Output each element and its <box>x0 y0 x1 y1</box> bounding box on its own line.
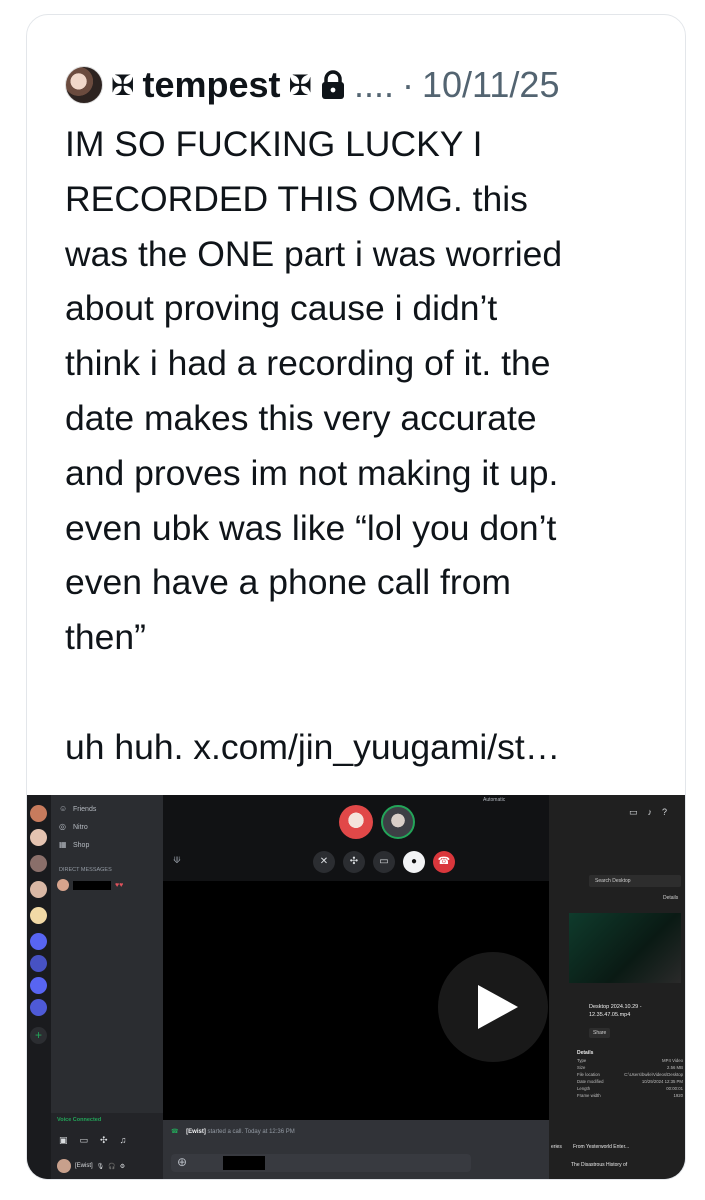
post-text: IM SO FUCKING LUCKY I RECORDED THIS OMG.… <box>65 124 563 767</box>
avatar[interactable] <box>65 66 103 104</box>
camera-icon[interactable]: ▣ <box>59 1135 68 1146</box>
cross-right: ✠ <box>288 69 312 101</box>
play-button[interactable] <box>438 952 548 1062</box>
property-row: Frame width 1920 <box>577 1093 683 1098</box>
video-media[interactable]: + ☺ Friends ◎ Nitro ▦ Shop DIRECT MESSAG… <box>27 795 685 1179</box>
attach-icon[interactable]: ⊕ <box>177 1155 187 1169</box>
username-truncated[interactable]: .... <box>354 64 394 106</box>
play-icon <box>478 985 518 1029</box>
server-icon[interactable] <box>30 805 47 822</box>
end-call-button[interactable]: ☎ <box>433 851 455 873</box>
activities-button[interactable]: ✣ <box>343 851 365 873</box>
yt-left-text: eries <box>551 1144 562 1150</box>
add-server-icon[interactable]: + <box>30 1027 47 1044</box>
post-header: ✠ tempest ✠ .... · 10/11/25 <box>65 59 559 111</box>
file-name: Desktop 2024.10.29 - 12.35.47.05.mp4 <box>589 1004 642 1018</box>
share-button[interactable]: Share <box>589 1028 611 1038</box>
call-avatar <box>339 805 373 839</box>
property-row: File location C:\Users\bwile\Videos\Deskt… <box>577 1072 683 1077</box>
chat-username[interactable]: [Ewist] <box>186 1129 206 1135</box>
chat-message-rest: started a call. Today at 12:36 PM <box>207 1129 295 1135</box>
friends-icon: ☺ <box>59 804 68 813</box>
server-icon[interactable] <box>30 907 47 924</box>
post-card[interactable]: ✠ tempest ✠ .... · 10/11/25 IM SO FUCKIN… <box>26 14 686 1180</box>
settings-icon[interactable]: ⚙ <box>120 1163 125 1170</box>
camera-off-button[interactable]: ✕ <box>313 851 335 873</box>
shop-icon: ▦ <box>59 840 67 849</box>
user-row[interactable]: [Ewist] 🎙 🎧 ⚙ <box>57 1159 125 1173</box>
redaction <box>73 880 111 890</box>
phone-icon: ☎ <box>171 1129 179 1135</box>
screen-share-button[interactable]: ▭ <box>373 851 395 873</box>
bell-icon[interactable]: ♪ <box>648 807 653 818</box>
hearts-icon: ♥♥ <box>115 881 124 889</box>
nav-label: Shop <box>73 841 90 849</box>
nav-label: Friends <box>73 805 97 813</box>
file-thumbnail <box>569 913 681 983</box>
nav-friends[interactable]: ☺ Friends <box>59 805 96 813</box>
call-area: ✕ ✣ ▭ ● ☎ ⟱ <box>163 795 549 1120</box>
explorer-search[interactable]: Search Desktop <box>589 875 681 887</box>
server-icon[interactable] <box>30 829 47 846</box>
cross-left: ✠ <box>111 69 135 101</box>
help-icon[interactable]: ? <box>662 807 667 818</box>
call-avatar <box>381 805 415 839</box>
file-properties: Details Type MP4 Video Size 2.56 MB File l… <box>577 1050 683 1099</box>
dm-header: DIRECT MESSAGES <box>59 867 112 873</box>
soundboard-icon[interactable]: ♫ <box>120 1135 127 1146</box>
nav-nitro[interactable]: ◎ Nitro <box>59 823 88 831</box>
dm-avatar <box>57 879 69 891</box>
voice-connected-label: Voice Connected <box>57 1117 102 1123</box>
popout-icon[interactable]: ⟱ <box>173 855 181 866</box>
property-row: Type MP4 Video <box>577 1058 683 1063</box>
property-row: Length 00:00:01 <box>577 1086 683 1091</box>
yt-channel: From Yesterworld Enter... <box>573 1144 630 1150</box>
server-icon[interactable] <box>30 999 47 1016</box>
message-input[interactable]: ⊕ <box>171 1154 471 1172</box>
chat-area: ☎ [Ewist] started a call. Today at 12:36… <box>163 1120 549 1179</box>
property-row: Date modified 10/29/2024 12:35 PM <box>577 1079 683 1084</box>
server-icon[interactable] <box>30 855 47 872</box>
file-explorer: ▭ ♪ ? Search Desktop Details Desktop 202… <box>549 795 685 1179</box>
voice-bar: Voice Connected ▣ ▭ ✣ ♫ [Ewist] 🎙 🎧 ⚙ <box>51 1113 163 1179</box>
user-avatar <box>57 1159 71 1173</box>
mode-label[interactable]: Automatic <box>483 797 505 803</box>
details-toggle[interactable]: Details <box>663 895 678 901</box>
mic-button[interactable]: ● <box>403 851 425 873</box>
activity-icon[interactable]: ✣ <box>100 1135 108 1146</box>
redaction <box>223 1156 265 1170</box>
screen-share-icon[interactable]: ▭ <box>80 1135 89 1146</box>
headphones-icon[interactable]: 🎧 <box>108 1163 115 1170</box>
server-rail: + <box>27 795 51 1179</box>
dm-item[interactable]: ♥♥ <box>57 879 123 891</box>
server-icon[interactable] <box>30 933 47 950</box>
user-name: [Ewist] <box>75 1163 93 1169</box>
meta-separator: · <box>402 64 414 105</box>
server-icon[interactable] <box>30 977 47 994</box>
voice-controls: ▣ ▭ ✣ ♫ <box>59 1135 126 1146</box>
display-name[interactable]: tempest <box>142 64 280 106</box>
yt-title: The Disastrous History of <box>571 1162 628 1168</box>
nav-label: Nitro <box>73 823 88 831</box>
nav-shop[interactable]: ▦ Shop <box>59 841 89 849</box>
mic-icon[interactable]: 🎙 <box>97 1163 105 1170</box>
server-icon[interactable] <box>30 955 47 972</box>
server-icon[interactable] <box>30 881 47 898</box>
window-icon[interactable]: ▭ <box>629 807 638 818</box>
explorer-top-icons: ▭ ♪ ? <box>629 807 667 818</box>
call-header: ✕ ✣ ▭ ● ☎ ⟱ <box>163 795 549 881</box>
nitro-icon: ◎ <box>59 822 66 831</box>
call-started-message: ☎ [Ewist] started a call. Today at 12:36… <box>171 1128 295 1135</box>
properties-header: Details <box>577 1050 594 1056</box>
property-row: Size 2.56 MB <box>577 1065 683 1070</box>
post-date[interactable]: 10/11/25 <box>422 64 559 106</box>
lock-icon <box>321 70 344 99</box>
